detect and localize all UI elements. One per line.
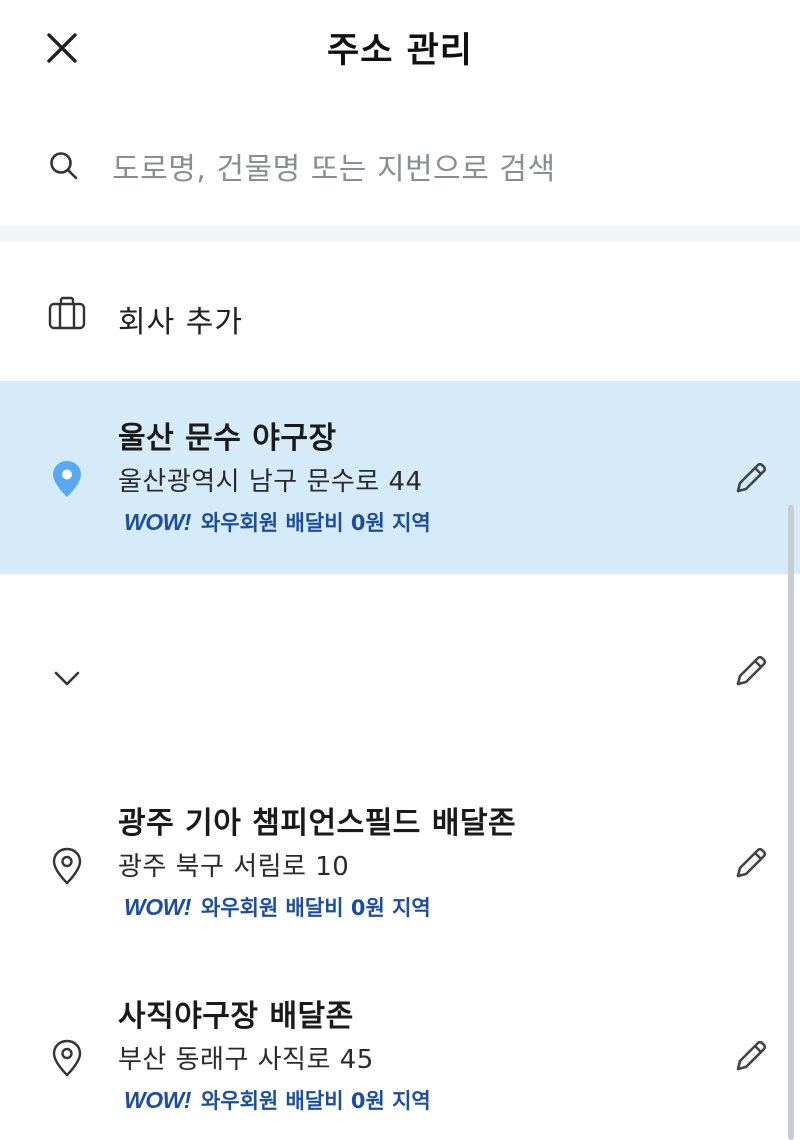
edit-pencil-icon[interactable] (730, 1035, 772, 1077)
address-name: 사직야구장 배달존 (118, 999, 354, 1034)
wow-text: 와우회원 배달비 0원 지역 (200, 896, 431, 920)
page-title: 주소 관리 (327, 31, 473, 71)
add-company-label: 회사 추가 (118, 305, 243, 340)
wow-badge: WOW! 와우회원 배달비 0원 지역 (124, 507, 431, 537)
address-item[interactable]: 울산 문수 야구장 울산광역시 남구 문수로 44 WOW! 와우회원 배달비 … (0, 381, 800, 574)
wow-badge: WOW! 와우회원 배달비 0원 지역 (124, 892, 431, 922)
wow-logo: WOW! (124, 893, 191, 920)
address-item[interactable]: 광주 기아 챔피언스필드 배달존 광주 북구 서림로 10 WOW! 와우회원 … (0, 770, 800, 960)
wow-text: 와우회원 배달비 0원 지역 (200, 511, 431, 535)
search-input[interactable]: 도로명, 건물명 또는 지번으로 검색 (0, 118, 800, 214)
edit-pencil-icon[interactable] (730, 650, 772, 692)
wow-logo: WOW! (124, 1086, 191, 1113)
location-pin-icon (52, 1039, 82, 1077)
section-divider (0, 226, 800, 242)
header: 주소 관리 (0, 0, 800, 96)
search-icon (50, 152, 78, 180)
edit-pencil-icon[interactable] (730, 457, 772, 499)
address-name: 울산 문수 야구장 (118, 421, 337, 456)
location-pin-icon (52, 847, 82, 885)
wow-logo: WOW! (124, 508, 191, 535)
address-line: 광주 북구 서림로 10 (118, 852, 350, 882)
add-company-button[interactable]: 회사 추가 (0, 242, 800, 380)
location-pin-filled-icon (53, 461, 81, 497)
address-item[interactable]: 사직야구장 배달존 부산 동래구 사직로 45 WOW! 와우회원 배달비 0원… (0, 965, 800, 1140)
address-line: 부산 동래구 사직로 45 (118, 1045, 374, 1075)
search-placeholder: 도로명, 건물명 또는 지번으로 검색 (112, 152, 556, 187)
wow-text: 와우회원 배달비 0원 지역 (200, 1089, 431, 1113)
edit-pencil-icon[interactable] (730, 842, 772, 884)
wow-badge: WOW! 와우회원 배달비 0원 지역 (124, 1085, 431, 1115)
address-line: 울산광역시 남구 문수로 44 (118, 467, 423, 497)
scrollbar[interactable] (788, 505, 794, 1140)
chevron-down-icon[interactable] (52, 668, 82, 688)
briefcase-icon (48, 296, 86, 330)
address-name: 광주 기아 챔피언스필드 배달존 (118, 806, 517, 841)
